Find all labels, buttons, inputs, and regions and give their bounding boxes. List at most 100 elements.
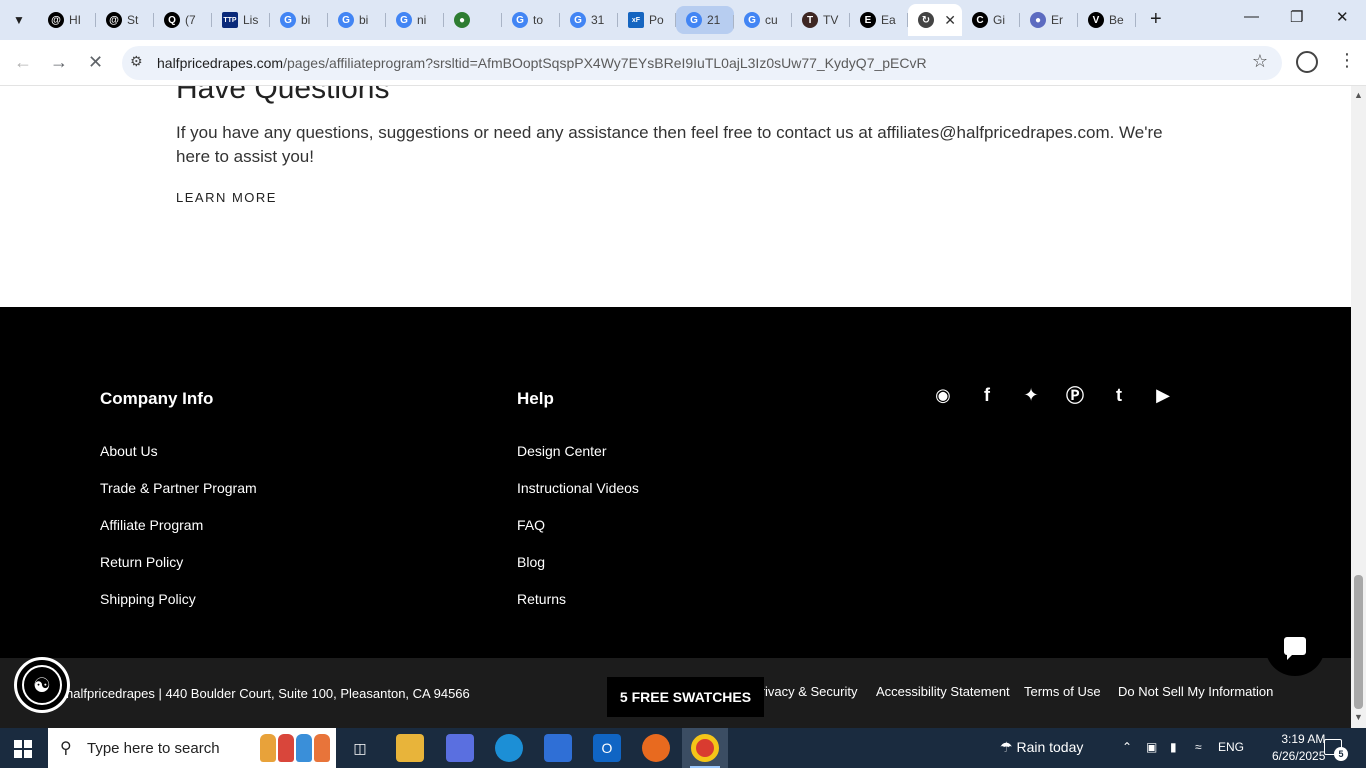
scroll-down-icon[interactable]: ▼ bbox=[1354, 712, 1363, 722]
help-link[interactable]: Blog bbox=[517, 554, 639, 591]
help-link[interactable]: FAQ bbox=[517, 517, 639, 554]
browser-tab[interactable]: Gbi bbox=[328, 4, 386, 36]
browser-tab[interactable]: G 21 bbox=[676, 6, 734, 34]
address-bar[interactable]: ⚙ halfpricedrapes.com/pages/affiliatepro… bbox=[122, 46, 1282, 80]
google-icon: G bbox=[396, 12, 412, 28]
company-link[interactable]: Return Policy bbox=[100, 554, 257, 591]
tab-search-chevron-icon[interactable]: ▼ bbox=[6, 7, 32, 33]
google-icon: G bbox=[338, 12, 354, 28]
minimize-icon[interactable]: — bbox=[1244, 8, 1259, 25]
browser-tab[interactable]: xF Po bbox=[618, 4, 676, 36]
meet-icon[interactable]: ▣ bbox=[1146, 740, 1157, 754]
web-page: Have Questions If you have any questions… bbox=[0, 86, 1351, 728]
company-link[interactable]: Trade & Partner Program bbox=[100, 480, 257, 517]
url-text[interactable]: halfpricedrapes.com/pages/affiliateprogr… bbox=[157, 55, 927, 71]
chat-bubble-icon bbox=[1284, 637, 1306, 660]
tab-label: Po bbox=[649, 13, 664, 27]
help-link[interactable]: Returns bbox=[517, 591, 639, 628]
google-icon: G bbox=[686, 12, 702, 28]
help-links: Design Center Instructional Videos FAQ Blog… bbox=[517, 443, 639, 628]
profile-icon[interactable] bbox=[1296, 51, 1318, 73]
browser-tab[interactable]: TTP Lis bbox=[212, 4, 270, 36]
browser-tab[interactable]: T TV bbox=[792, 4, 850, 36]
url-path: /pages/affiliateprogram?srsltid=AfmBOopt… bbox=[283, 55, 927, 71]
pinterest-icon[interactable]: Ⓟ bbox=[1064, 384, 1086, 406]
back-icon[interactable]: ← bbox=[14, 52, 32, 73]
battery-icon[interactable]: ▮ bbox=[1170, 740, 1177, 754]
tab-label: 31 bbox=[591, 13, 605, 27]
t-icon: T bbox=[802, 12, 818, 28]
weather-widget[interactable]: ☂ Rain today bbox=[1000, 739, 1083, 756]
browser-tab[interactable]: ↻ ✕ bbox=[908, 4, 962, 36]
restore-icon[interactable]: ❐ bbox=[1290, 8, 1303, 26]
company-link[interactable]: Affiliate Program bbox=[100, 517, 257, 554]
free-swatches-button[interactable]: 5 FREE SWATCHES bbox=[607, 677, 764, 717]
browser-tab[interactable]: @ HI bbox=[38, 4, 96, 36]
browser-tab[interactable]: Gbi bbox=[270, 4, 328, 36]
chat-button[interactable] bbox=[1265, 616, 1325, 676]
terms-link[interactable]: Terms of Use bbox=[1024, 684, 1101, 699]
browser-tab[interactable]: E Ea bbox=[850, 4, 908, 36]
search-highlight-image bbox=[260, 734, 330, 762]
company-link[interactable]: About Us bbox=[100, 443, 257, 480]
windows-taskbar: ⚲ Type here to search ◫ O ☂ Rain today ⌃… bbox=[0, 728, 1366, 768]
browser-tab[interactable]: Q (7 bbox=[154, 4, 212, 36]
firefox-icon[interactable] bbox=[642, 734, 670, 762]
browser-tab[interactable]: @ St bbox=[96, 4, 154, 36]
edge-icon[interactable] bbox=[495, 734, 523, 762]
task-view-icon[interactable]: ◫ bbox=[346, 734, 374, 762]
copilot-icon[interactable] bbox=[446, 734, 474, 762]
language-indicator[interactable]: ENG bbox=[1218, 740, 1244, 754]
stop-icon[interactable]: ✕ bbox=[88, 52, 103, 73]
browser-tab[interactable]: Gni bbox=[386, 4, 444, 36]
close-window-icon[interactable]: ✕ bbox=[1336, 8, 1349, 26]
tab-list: @ HI @ St Q (7 TTP Lis Gbi Gbi Gni ● Gto G 31 xF Po G 21 Gc… bbox=[38, 4, 1136, 36]
help-link[interactable]: Instructional Videos bbox=[517, 480, 639, 517]
company-info-heading: Company Info bbox=[100, 389, 214, 408]
outlook-icon[interactable]: O bbox=[593, 734, 621, 762]
browser-tab[interactable]: Gto bbox=[502, 4, 560, 36]
tab-label: HI bbox=[69, 13, 81, 27]
browser-tab[interactable]: Gcu bbox=[734, 4, 792, 36]
learn-more-link[interactable]: LEARN MORE bbox=[176, 190, 277, 205]
tab-label: bi bbox=[359, 13, 369, 27]
chrome-icon bbox=[691, 734, 719, 762]
bookmark-star-icon[interactable]: ☆ bbox=[1252, 51, 1268, 72]
site-info-icon[interactable]: ⚙ bbox=[130, 53, 143, 70]
forward-icon[interactable]: → bbox=[50, 52, 68, 73]
tab-label: 21 bbox=[707, 13, 721, 27]
privacy-link[interactable]: Privacy & Security bbox=[752, 684, 857, 699]
e-icon: E bbox=[860, 12, 876, 28]
scroll-up-icon[interactable]: ▲ bbox=[1354, 90, 1363, 100]
browser-tab[interactable]: ● Er bbox=[1020, 4, 1078, 36]
search-icon: ⚲ bbox=[60, 740, 72, 757]
notification-badge: 5 bbox=[1334, 747, 1348, 761]
browser-tab[interactable]: C Gi bbox=[962, 4, 1020, 36]
browser-tab[interactable]: G 31 bbox=[560, 4, 618, 36]
do-not-sell-link[interactable]: Do Not Sell My Information bbox=[1118, 684, 1273, 699]
scroll-thumb[interactable] bbox=[1354, 575, 1363, 709]
store-icon[interactable] bbox=[544, 734, 572, 762]
twitter-icon[interactable]: ✦ bbox=[1020, 384, 1042, 406]
instagram-icon[interactable]: ◉ bbox=[932, 384, 954, 406]
menu-kebab-icon[interactable]: ⋮ bbox=[1338, 50, 1356, 71]
system-clock[interactable]: 3:19 AM 6/26/2025 bbox=[1272, 731, 1325, 765]
help-link[interactable]: Design Center bbox=[517, 443, 639, 480]
close-tab-icon[interactable]: ✕ bbox=[944, 12, 956, 29]
ttp-icon: TTP bbox=[222, 12, 238, 28]
windows-start-icon[interactable] bbox=[14, 740, 32, 758]
tray-overflow-icon[interactable]: ⌃ bbox=[1122, 740, 1132, 754]
facebook-icon[interactable]: f bbox=[976, 384, 998, 406]
accessibility-button[interactable]: ☯ bbox=[14, 657, 70, 713]
wifi-icon[interactable]: ≈ bbox=[1195, 740, 1202, 754]
tab-label: St bbox=[127, 13, 139, 27]
file-explorer-icon[interactable] bbox=[396, 734, 424, 762]
accessibility-statement-link[interactable]: Accessibility Statement bbox=[876, 684, 1010, 699]
youtube-icon[interactable]: ▶ bbox=[1152, 384, 1174, 406]
company-link[interactable]: Shipping Policy bbox=[100, 591, 257, 628]
tumblr-icon[interactable]: t bbox=[1108, 384, 1130, 406]
new-tab-button[interactable]: + bbox=[1150, 8, 1162, 31]
browser-tab[interactable]: ● bbox=[444, 4, 502, 36]
browser-tab[interactable]: V Be bbox=[1078, 4, 1136, 36]
taskbar-search[interactable]: ⚲ Type here to search bbox=[48, 728, 336, 768]
